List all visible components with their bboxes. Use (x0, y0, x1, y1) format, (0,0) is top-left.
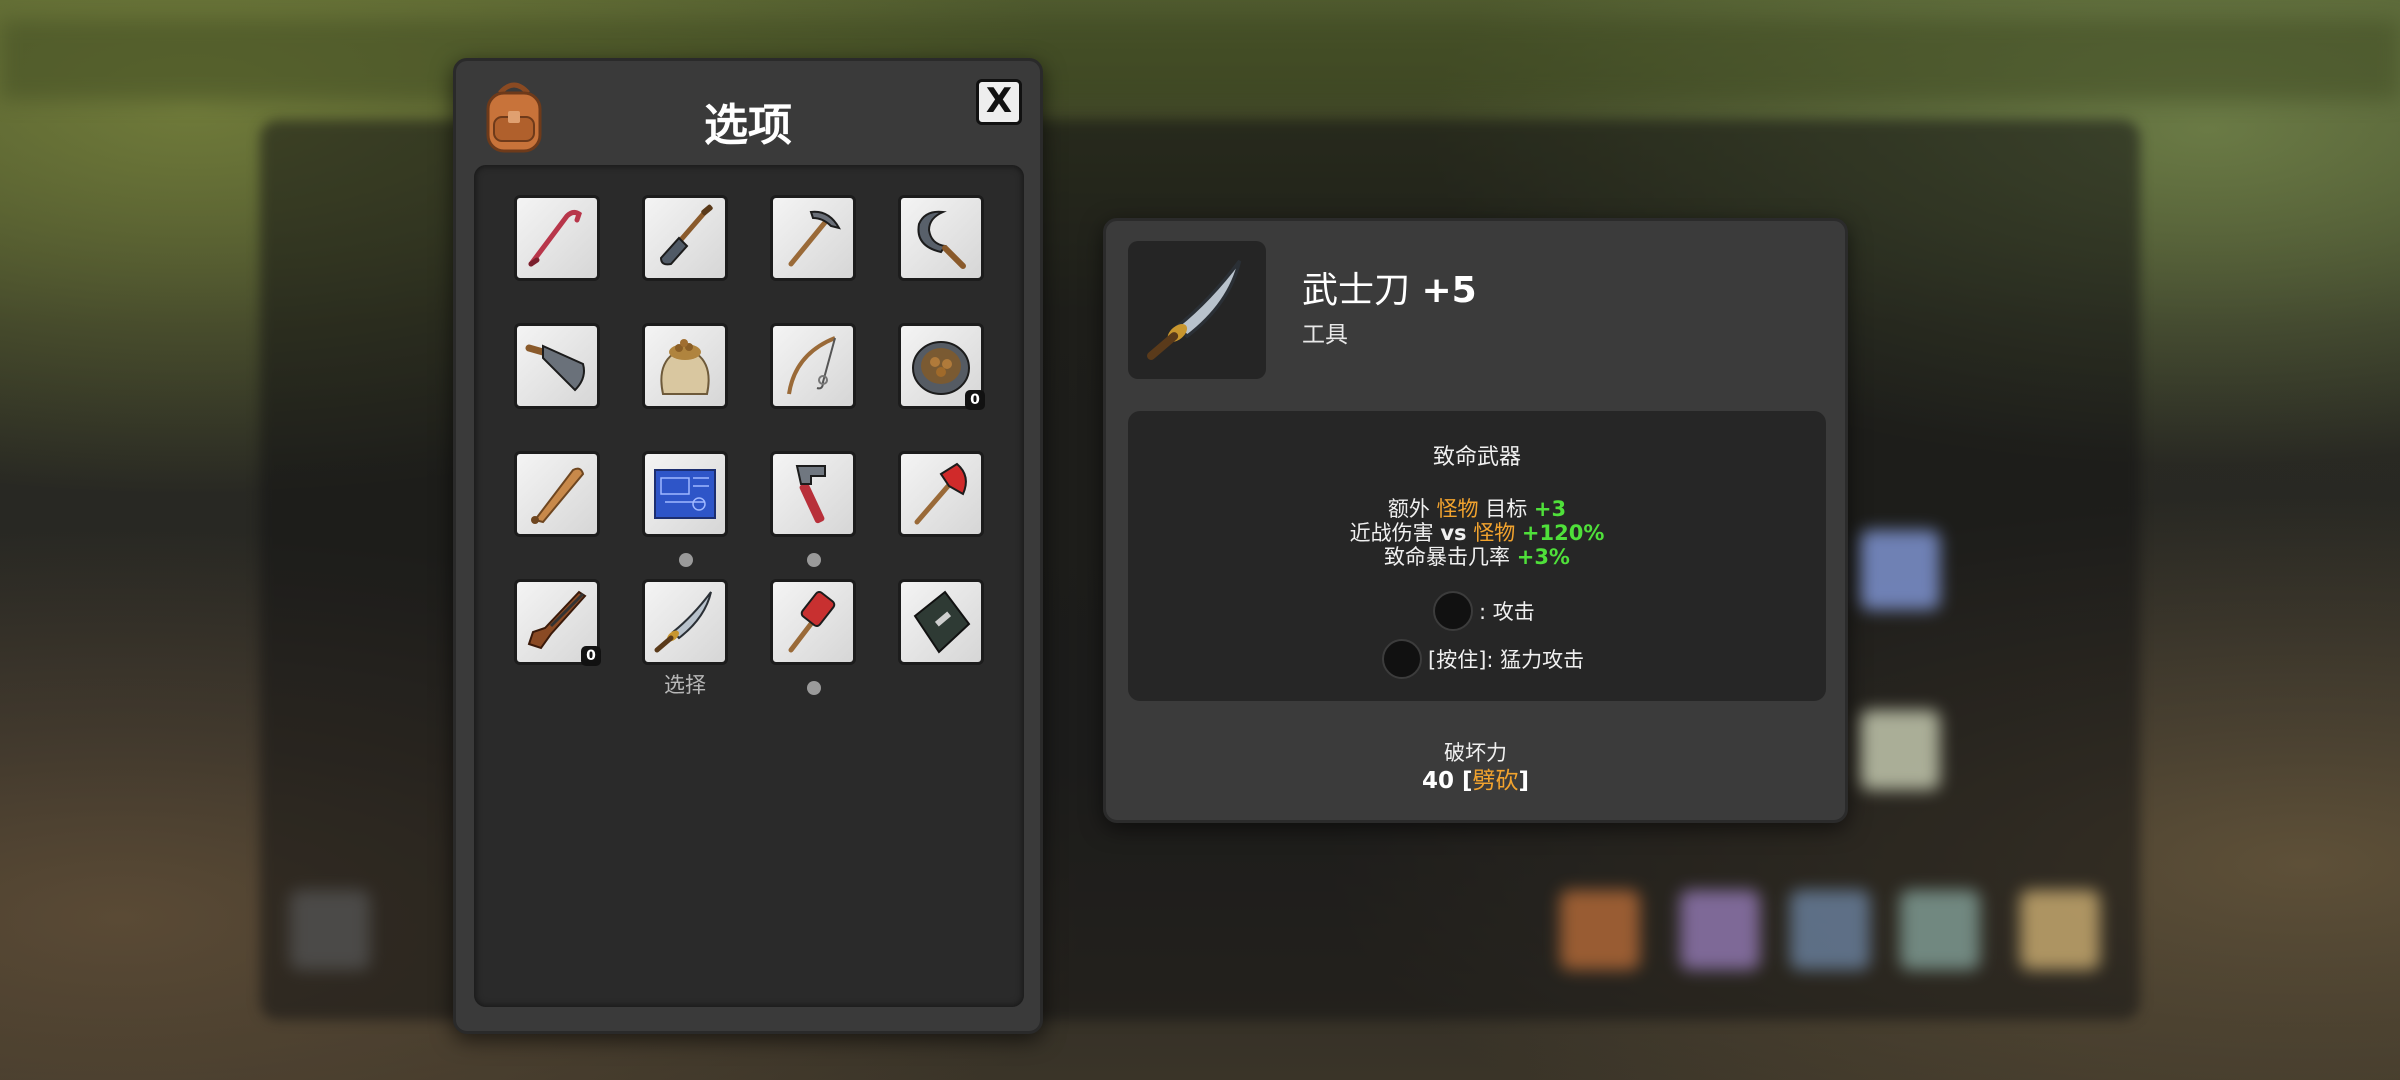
inventory-slot-baseball-bat[interactable] (514, 451, 600, 537)
stat-label: 额外 (1387, 497, 1437, 521)
stat-value: +120% (1521, 521, 1605, 545)
stat-label: 近战伤害 (1349, 521, 1441, 545)
pipe-wrench-icon (795, 465, 826, 524)
inventory-slot-pipe-wrench[interactable] (770, 451, 856, 537)
background-tile (1860, 530, 1940, 610)
inventory-slot-rifle[interactable]: 0 (514, 579, 601, 666)
pickaxe-icon (788, 210, 841, 267)
background-tile (290, 890, 370, 970)
shovel-icon (659, 204, 713, 266)
inventory-slot-sledgehammer[interactable] (770, 579, 856, 665)
item-level: +5 (1421, 270, 1477, 311)
inventory-slot-fishing-rod[interactable] (770, 323, 856, 409)
katana-icon (654, 591, 712, 653)
inventory-slot-food-bowl[interactable]: 0 (898, 323, 985, 410)
inventory-header: 选项 X (456, 61, 1040, 161)
inventory-slot-katana[interactable] (642, 579, 728, 665)
crowbar-icon (528, 209, 582, 267)
inventory-slot-sickle[interactable] (898, 195, 984, 281)
controller-button-icon[interactable] (1382, 639, 1422, 679)
inventory-slot-seed-sack[interactable] (642, 323, 728, 409)
inventory-slot-crowbar[interactable] (514, 195, 600, 281)
stat-vs: vs (1440, 521, 1467, 545)
slot-indicator-dot (807, 681, 821, 695)
slot-indicator-dot (679, 553, 693, 567)
inventory-slot-fire-axe[interactable] (898, 451, 984, 537)
controller-button-icon[interactable] (1433, 591, 1473, 631)
stat-label: 目标 (1478, 497, 1534, 521)
damage-number: 40 (1421, 768, 1454, 794)
control-hold-label: [按住] (1428, 648, 1487, 672)
item-detail-panel: 武士刀 +5 工具 致命武器 额外 怪物 目标 +3 近战伤害 vs 怪物 +1… (1103, 218, 1848, 823)
background-tile (1860, 710, 1940, 790)
close-button[interactable]: X (976, 79, 1022, 125)
item-name-text: 武士刀 (1302, 270, 1411, 311)
katana-icon (1147, 259, 1242, 360)
damage-bracket: ] (1518, 768, 1530, 794)
damage-value: 40 [劈砍] (1106, 761, 1845, 795)
blueprint-icon (654, 469, 716, 519)
item-name: 武士刀 +5 (1302, 261, 1477, 313)
background-tile (2020, 890, 2100, 970)
stat-melee-damage: 近战伤害 vs 怪物 +120% (1128, 521, 1826, 545)
selected-slot-label: 选择 (664, 673, 706, 697)
stat-extra-targets: 额外 怪物 目标 +3 (1128, 497, 1826, 521)
damage-type: 劈砍 (1472, 768, 1519, 794)
background-tile (1680, 890, 1760, 970)
background-tile (1790, 890, 1870, 970)
inventory-title: 选项 (704, 100, 792, 151)
item-count-badge: 0 (581, 646, 601, 666)
sledgehammer-icon (788, 591, 836, 653)
background-tile (1900, 890, 1980, 970)
seed-sack-icon (660, 339, 710, 395)
stat-crit-chance: 致命暴击几率 +3% (1128, 545, 1826, 569)
slot-indicator-dot (807, 553, 821, 567)
inventory-slot-pickaxe[interactable] (770, 195, 856, 281)
sickle-icon (917, 210, 966, 269)
machete-icon (525, 344, 585, 392)
item-type: 工具 (1302, 322, 1348, 348)
item-category: 致命武器 (1432, 445, 1521, 470)
item-detail-image (1128, 241, 1266, 379)
control-attack-label: : 攻击 (1479, 600, 1535, 624)
item-grid: 0 0 选择 (474, 165, 1024, 1007)
stat-highlight: 怪物 (1436, 497, 1479, 521)
stat-highlight: 怪物 (1473, 521, 1516, 545)
background-tile (1560, 890, 1640, 970)
inventory-panel: 选项 X 0 0 选择 (453, 58, 1043, 1034)
control-heavy-label: : 猛力攻击 (1486, 648, 1585, 672)
stat-value: +3 (1533, 497, 1567, 521)
damage-bracket: [ (1462, 768, 1473, 794)
control-attack: : 攻击 (1433, 591, 1535, 631)
baseball-bat-icon (531, 467, 585, 524)
stat-value: +3% (1516, 545, 1570, 569)
item-stats-box: 致命武器 额外 怪物 目标 +3 近战伤害 vs 怪物 +120% 致命暴击几率… (1128, 411, 1826, 701)
riot-shield-icon (913, 590, 971, 654)
fishing-rod-icon (787, 336, 836, 395)
inventory-slot-machete[interactable] (514, 323, 600, 409)
inventory-slot-riot-shield[interactable] (898, 579, 984, 665)
inventory-slot-blueprint[interactable] (642, 451, 728, 537)
inventory-slot-shovel[interactable] (642, 195, 728, 281)
background-hud-strip (0, 20, 2400, 100)
stat-label: 致命暴击几率 (1384, 545, 1517, 569)
item-count-badge: 0 (965, 390, 985, 410)
control-heavy-attack: [按住]: 猛力攻击 (1382, 639, 1584, 679)
fire-axe-icon (914, 462, 967, 525)
